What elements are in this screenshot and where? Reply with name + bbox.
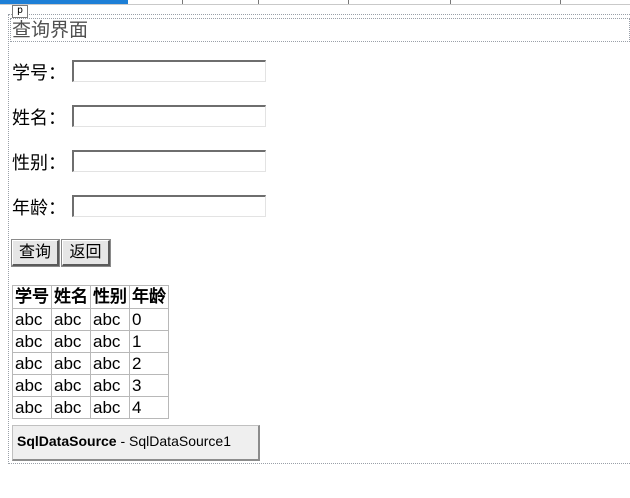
cell-student-id: abc xyxy=(12,308,52,331)
cell-student-id: abc xyxy=(12,396,52,419)
cell-gender: abc xyxy=(90,352,130,375)
gender-label: 性别： xyxy=(12,153,66,174)
data-source-separator: - xyxy=(116,433,130,449)
column-header-name: 姓名 xyxy=(51,285,91,309)
tab-divider xyxy=(182,0,183,4)
column-header-age: 年龄 xyxy=(129,285,169,309)
age-input[interactable] xyxy=(72,195,266,217)
cell-student-id: abc xyxy=(12,330,52,353)
results-grid: 学号 姓名 性别 年龄 abc abc abc 0 abc abc abc 1 … xyxy=(12,285,169,419)
tab-divider xyxy=(258,0,259,4)
cell-age: 0 xyxy=(129,308,169,331)
column-header-gender: 性别 xyxy=(90,285,130,309)
cell-gender: abc xyxy=(90,396,130,419)
cell-gender: abc xyxy=(90,330,130,353)
gender-input[interactable] xyxy=(72,150,266,172)
cell-name: abc xyxy=(51,330,91,353)
column-header-student-id: 学号 xyxy=(12,285,52,309)
tab-divider xyxy=(348,0,349,4)
page-title: 查询界面 xyxy=(10,18,630,42)
cell-student-id: abc xyxy=(12,374,52,397)
cell-name: abc xyxy=(51,396,91,419)
cell-gender: abc xyxy=(90,374,130,397)
table-row: abc abc abc 2 xyxy=(12,352,169,375)
cell-age: 1 xyxy=(129,330,169,353)
cell-age: 2 xyxy=(129,352,169,375)
designer-tab-strip xyxy=(0,0,630,5)
table-row: abc abc abc 4 xyxy=(12,396,169,419)
cell-name: abc xyxy=(51,374,91,397)
name-input[interactable] xyxy=(72,105,266,127)
paragraph-tag-glyph[interactable]: p xyxy=(12,5,28,18)
student-id-label: 学号： xyxy=(12,63,66,84)
cell-age: 3 xyxy=(129,374,169,397)
tab-divider xyxy=(560,0,561,4)
cell-name: abc xyxy=(51,352,91,375)
grid-header-row: 学号 姓名 性别 年龄 xyxy=(12,285,169,309)
sql-data-source-control[interactable]: SqlDataSource - SqlDataSource1 xyxy=(12,425,260,461)
back-button[interactable]: 返回 xyxy=(61,239,111,267)
cell-gender: abc xyxy=(90,308,130,331)
cell-name: abc xyxy=(51,308,91,331)
table-row: abc abc abc 0 xyxy=(12,308,169,331)
data-source-id: SqlDataSource1 xyxy=(129,433,231,449)
cell-age: 4 xyxy=(129,396,169,419)
tab-divider xyxy=(450,0,451,4)
cell-student-id: abc xyxy=(12,352,52,375)
query-button[interactable]: 查询 xyxy=(11,239,60,267)
data-source-type: SqlDataSource xyxy=(17,433,117,449)
table-row: abc abc abc 1 xyxy=(12,330,169,353)
name-label: 姓名： xyxy=(12,108,66,129)
active-tab-indicator[interactable] xyxy=(0,0,128,4)
student-id-input[interactable] xyxy=(72,60,266,82)
table-row: abc abc abc 3 xyxy=(12,374,169,397)
age-label: 年龄： xyxy=(12,198,66,219)
